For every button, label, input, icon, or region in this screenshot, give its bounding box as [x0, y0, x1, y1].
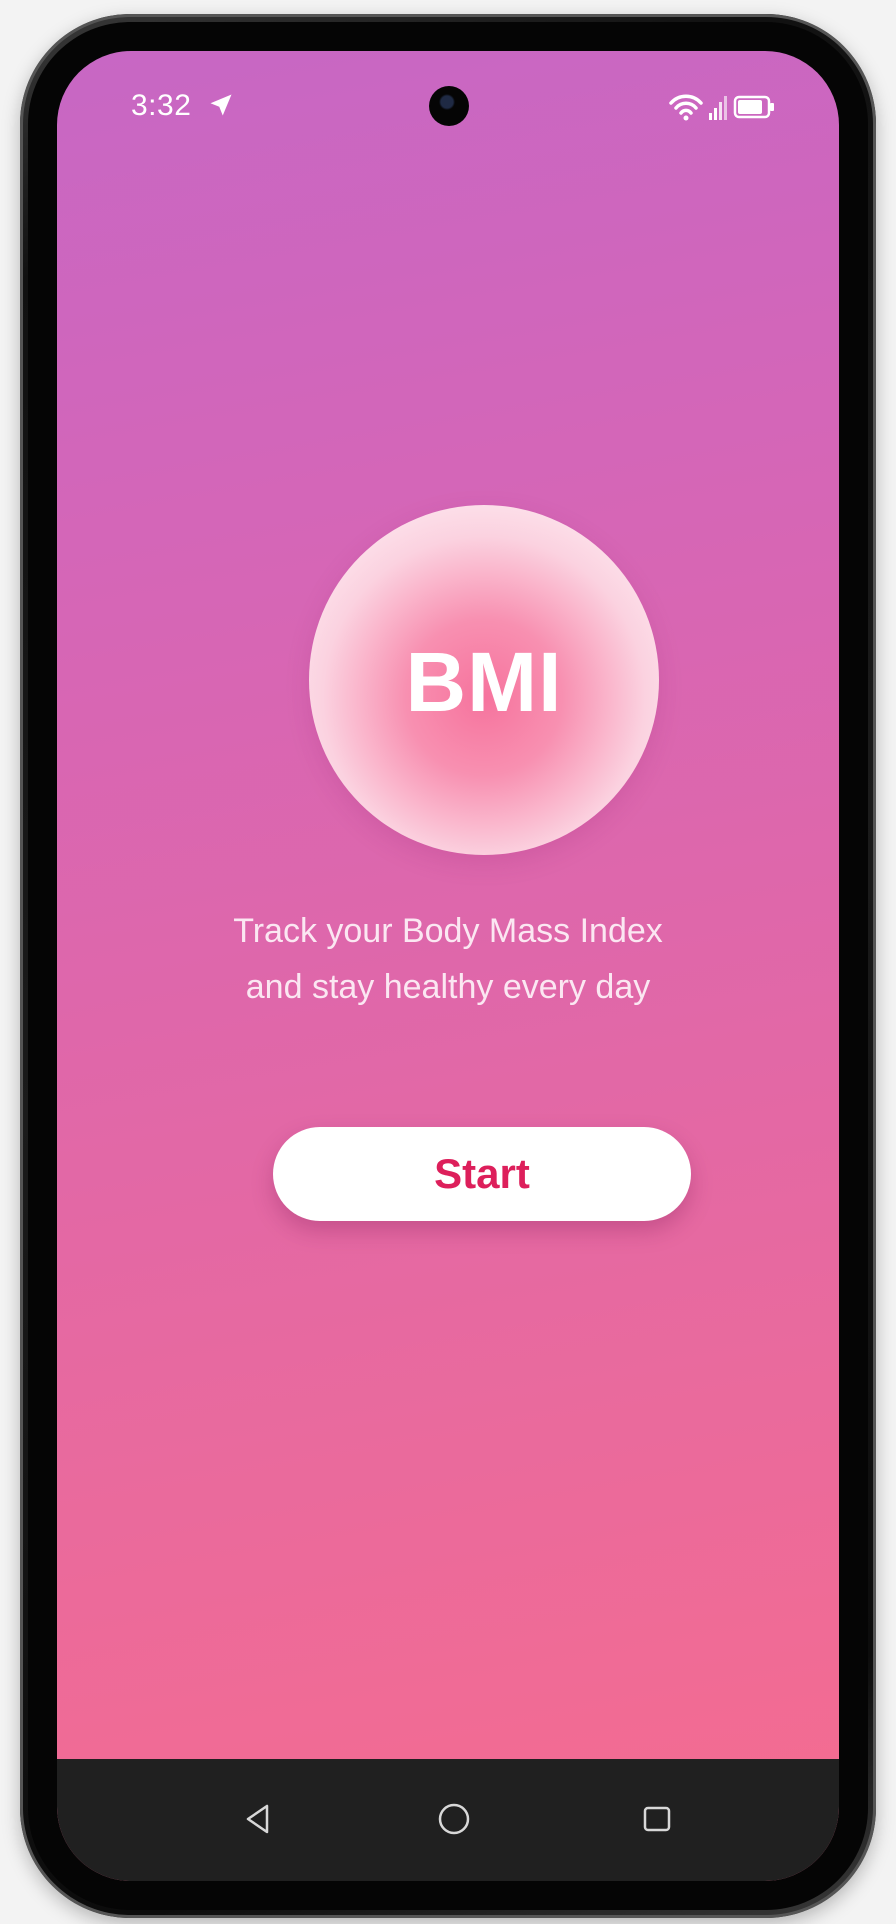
status-time: 3:32: [131, 89, 192, 122]
nav-recents-button[interactable]: [627, 1789, 687, 1849]
status-icons: [669, 94, 774, 121]
battery-icon: [733, 95, 774, 119]
tagline: Track your Body Mass Index and stay heal…: [57, 903, 839, 1015]
signal-icon: [709, 96, 727, 120]
nav-home-button[interactable]: [424, 1789, 484, 1849]
system-nav-bar: [57, 1759, 839, 1881]
back-icon: [246, 1804, 269, 1834]
tagline-line-2: and stay healthy every day: [245, 968, 651, 1006]
nav-back-button[interactable]: [229, 1789, 289, 1849]
bmi-logo-text: BMI: [405, 634, 563, 729]
recents-icon: [643, 1806, 671, 1832]
phone-frame: 3:32 BMI Track your Body Mass Index and …: [20, 14, 876, 1918]
front-camera: [429, 86, 469, 126]
start-button[interactable]: Start: [273, 1127, 691, 1221]
status-bar: 3:32: [57, 51, 839, 171]
app-screen: 3:32 BMI Track your Body Mass Index and …: [57, 51, 839, 1881]
bmi-logo-circle: BMI: [309, 505, 659, 855]
wifi-icon: [669, 94, 703, 121]
tagline-line-1: Track your Body Mass Index: [233, 912, 663, 950]
location-arrow-icon: [210, 94, 232, 116]
home-icon: [438, 1803, 470, 1835]
